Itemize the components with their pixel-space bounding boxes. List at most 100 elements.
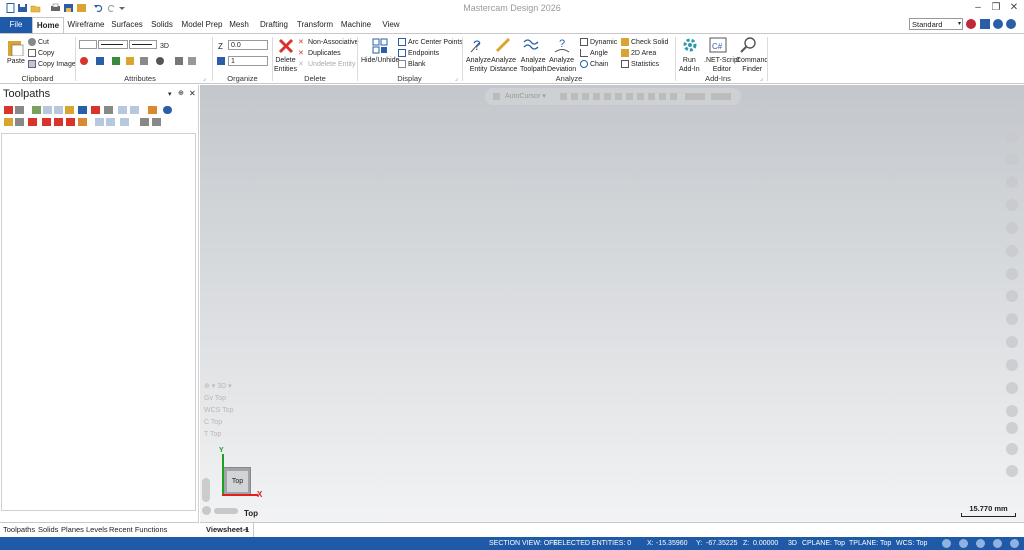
angle-button[interactable]: Angle <box>580 49 608 58</box>
solid-color-icon[interactable] <box>96 57 104 65</box>
view-cube[interactable]: Top <box>223 467 251 495</box>
insert-arrow-icon[interactable] <box>28 118 37 126</box>
non-associative-button[interactable]: ✕ Non-Associative <box>298 38 359 47</box>
gview-row[interactable]: Gv Top <box>204 395 233 402</box>
minimize-button[interactable]: – <box>971 2 985 14</box>
wcs-row[interactable]: WCS Top <box>204 407 233 414</box>
hide-unhide-button[interactable]: Hide/Unhide <box>361 56 400 65</box>
add-viewsheet-button[interactable]: + <box>244 525 249 534</box>
high-feed-icon[interactable] <box>104 106 113 114</box>
select-results-icon[interactable] <box>1006 465 1018 477</box>
select-groups-icon[interactable] <box>1006 422 1018 434</box>
info-icon[interactable] <box>993 19 1003 29</box>
area-2d-button[interactable]: 2D Area <box>621 49 656 58</box>
dynamic-button[interactable]: Dynamic <box>580 38 617 47</box>
select-solids-icon[interactable] <box>1006 313 1018 325</box>
close-panel-icon[interactable]: ✕ <box>189 89 196 98</box>
material-icon[interactable] <box>126 57 134 65</box>
point-style-select[interactable] <box>79 40 97 49</box>
analyze-toolpath-button[interactable]: Analyze Toolpath <box>520 56 546 74</box>
tab-solids[interactable]: Solids <box>148 17 176 33</box>
select-wireframe-icon[interactable] <box>1006 268 1018 280</box>
translucency-icon[interactable] <box>976 539 985 548</box>
tab-transform[interactable]: Transform <box>296 17 334 33</box>
tab-drafting[interactable]: Drafting <box>257 17 291 33</box>
tab-view[interactable]: View <box>378 17 404 33</box>
shading-icon[interactable] <box>942 539 951 548</box>
dialog-launcher-icon[interactable]: ⌟ <box>203 75 206 82</box>
tool-manager-icon[interactable] <box>140 118 149 126</box>
autocursor-button[interactable]: AutoCursor ▾ <box>505 92 546 100</box>
toggle-posting-icon[interactable] <box>15 118 24 126</box>
snap-icons[interactable] <box>560 93 680 100</box>
line-style-select[interactable] <box>98 40 128 49</box>
toggle-display-icon[interactable] <box>148 106 157 114</box>
close-window-button[interactable]: ✕ <box>1007 2 1021 14</box>
lock-ops-icon[interactable] <box>130 106 139 114</box>
delete-ops-icon[interactable] <box>118 106 127 114</box>
command-finder-icon[interactable] <box>740 37 758 55</box>
z-depth-input[interactable]: 0.0 <box>228 40 268 50</box>
select-all-ops-icon[interactable] <box>4 106 13 114</box>
delete-x-icon[interactable] <box>277 37 295 57</box>
select-failed-ops-icon[interactable] <box>15 106 24 114</box>
hide-unhide-icon[interactable] <box>371 37 389 57</box>
account-icon[interactable] <box>966 19 976 29</box>
tplane-status[interactable]: TPLANE: Top <box>849 540 891 547</box>
analyze-toolpath-icon[interactable] <box>523 37 539 55</box>
tab-home[interactable]: Home <box>32 17 64 34</box>
select-dimensions-icon[interactable] <box>1006 405 1018 417</box>
gear-icon[interactable] <box>682 37 698 55</box>
verify-icon[interactable] <box>65 106 74 114</box>
arc-center-points-button[interactable]: Arc Center Points <box>398 38 463 47</box>
graphics-window[interactable]: ⊕ ▾ 3D ▾ Gv Top WCS Top C Top T Top Top … <box>200 85 1024 522</box>
hidden-lines-icon[interactable] <box>993 539 1002 548</box>
select-surfaces-icon[interactable] <box>1006 290 1018 302</box>
backplot-icon[interactable] <box>54 106 63 114</box>
set-all-icon[interactable] <box>175 57 183 65</box>
endpoints-button[interactable]: Endpoints <box>398 49 439 58</box>
blank-button[interactable]: Blank <box>398 60 426 69</box>
reselect-icon[interactable] <box>1006 245 1018 257</box>
globe-icon[interactable] <box>156 57 164 65</box>
analyze-deviation-button[interactable]: Analyze Deviation <box>547 56 576 74</box>
move-down-icon[interactable] <box>42 118 51 126</box>
cplane-row[interactable]: C Top <box>204 419 233 426</box>
zoom-slider[interactable] <box>202 478 210 502</box>
analyze-distance-button[interactable]: Analyze Distance <box>490 56 517 74</box>
post-icon[interactable] <box>91 106 100 114</box>
mode-status[interactable]: 3D <box>788 540 797 547</box>
clear-selection-icon[interactable] <box>1006 222 1018 234</box>
tab-file[interactable]: File <box>0 17 32 33</box>
tab-wireframe[interactable]: Wireframe <box>66 17 106 33</box>
panel-menu-icon[interactable]: ▾ <box>168 90 172 98</box>
single-op-icon[interactable] <box>95 118 104 126</box>
copy-button[interactable]: Copy <box>28 49 54 58</box>
view-mode[interactable]: ⊕ ▾ 3D ▾ <box>204 382 233 390</box>
grip-icon[interactable] <box>493 93 500 100</box>
help-icon[interactable] <box>163 106 172 114</box>
surface-color-icon[interactable] <box>112 57 120 65</box>
move-insert-icon[interactable] <box>66 118 75 126</box>
select-points-icon[interactable] <box>1006 382 1018 394</box>
tab-surfaces[interactable]: Surfaces <box>110 17 144 33</box>
select-hatch-icon[interactable] <box>1006 443 1018 455</box>
analyze-deviation-icon[interactable]: ? <box>554 37 570 55</box>
command-finder-button[interactable]: Command Finder <box>736 56 768 74</box>
select-by-color-icon[interactable] <box>1006 176 1018 188</box>
tab-recent-functions[interactable]: Recent Functions <box>109 525 167 534</box>
regenerate-all-icon[interactable] <box>32 106 41 114</box>
move-up-icon[interactable] <box>54 118 63 126</box>
config-select[interactable]: Standard ▾ <box>909 18 963 30</box>
cplane-status[interactable]: CPLANE: Top <box>802 540 845 547</box>
level-input[interactable]: 1 <box>228 56 268 66</box>
tab-levels[interactable]: Levels <box>86 525 108 534</box>
display-options-icon[interactable] <box>120 118 129 126</box>
simulate-icon[interactable] <box>78 106 87 114</box>
chain-button[interactable]: Chain <box>580 60 608 69</box>
settings-icon[interactable] <box>152 118 161 126</box>
select-mesh-icon[interactable] <box>1006 336 1018 348</box>
select-by-level-icon[interactable] <box>1006 199 1018 211</box>
csharp-script-icon[interactable]: C# <box>709 37 727 55</box>
tab-machine[interactable]: Machine <box>339 17 373 33</box>
